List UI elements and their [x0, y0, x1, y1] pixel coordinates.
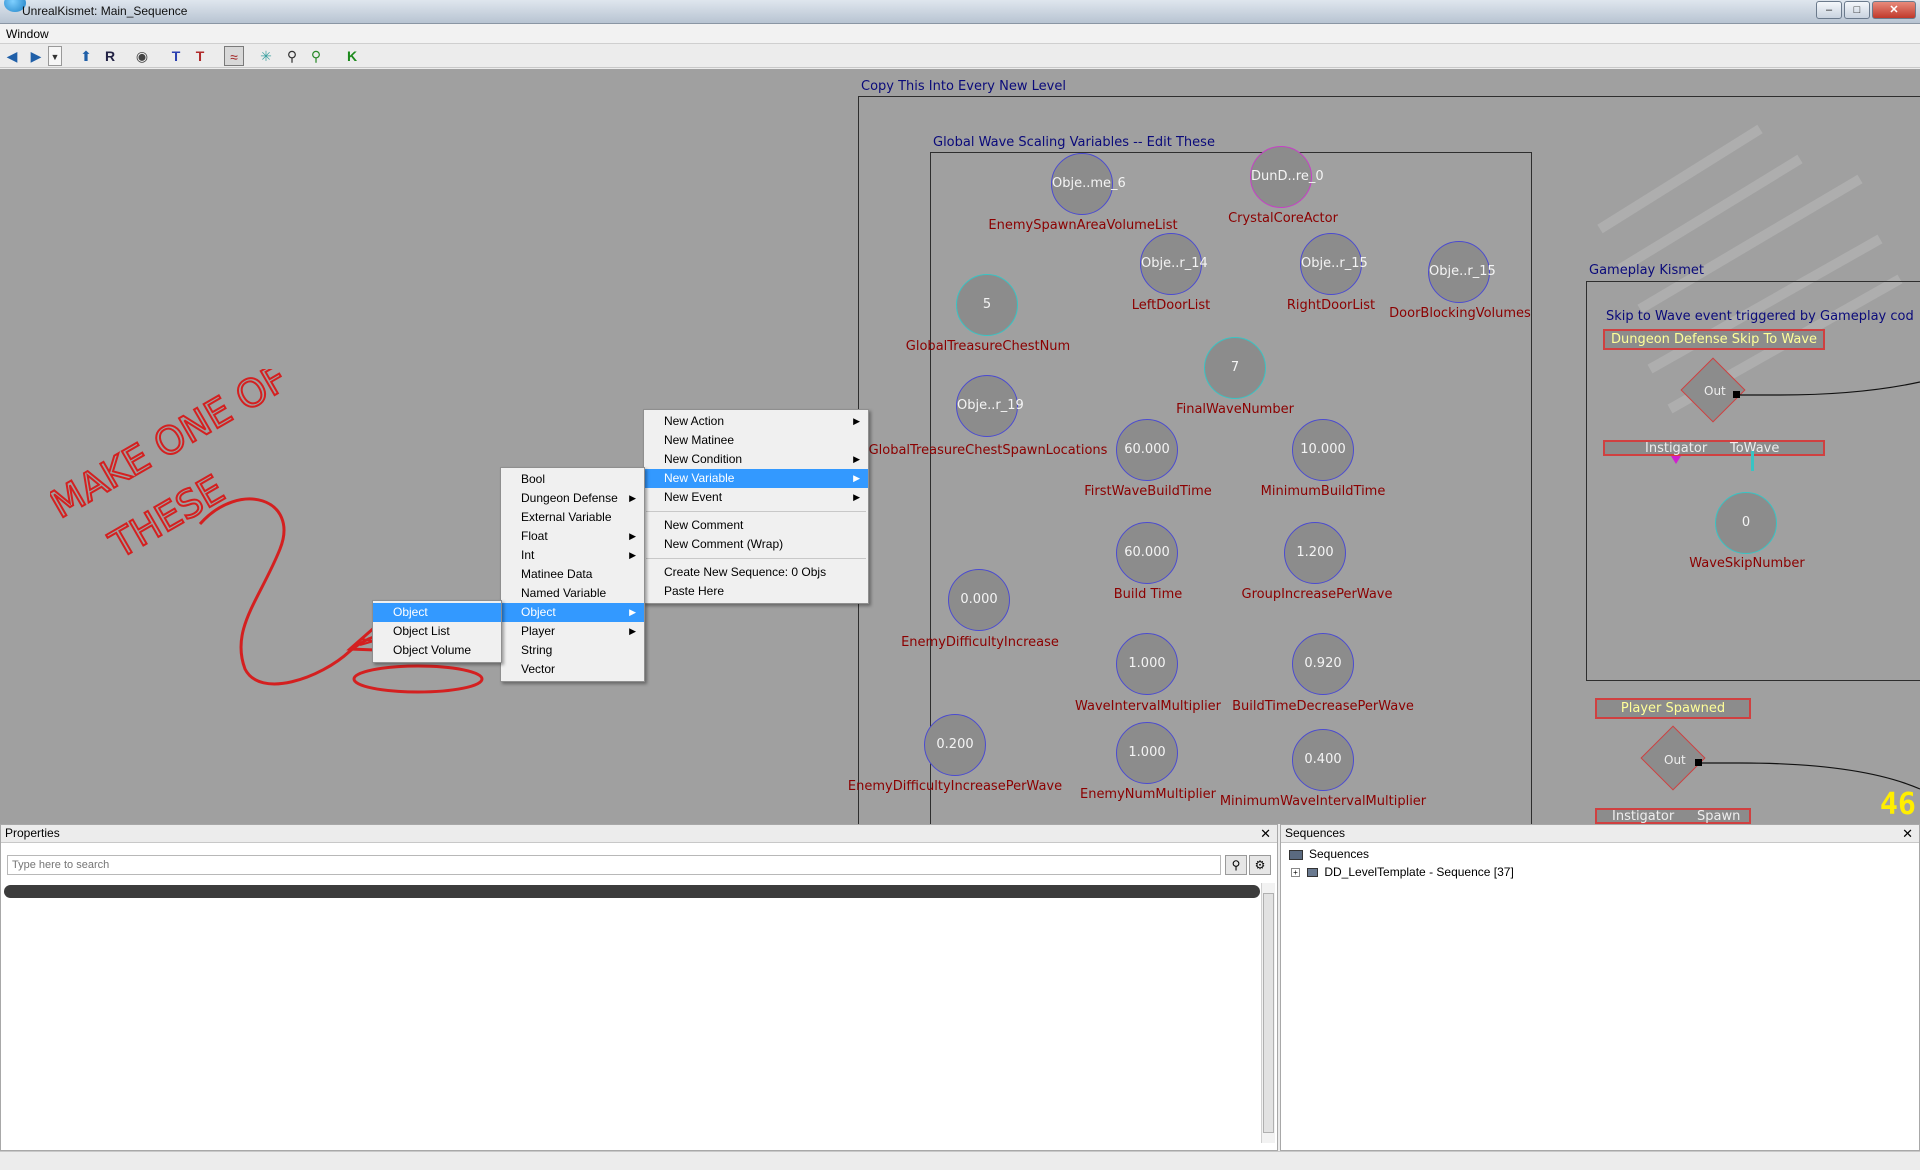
menu-item-label: Float: [521, 529, 548, 543]
sequence-icon: [1307, 868, 1319, 878]
menu-bar: Window: [0, 24, 1920, 44]
window-title: UnrealKismet: Main_Sequence: [22, 4, 188, 18]
menu-item-label: String: [521, 643, 553, 657]
expand-icon[interactable]: +: [1291, 868, 1300, 878]
menu-object[interactable]: Object: [373, 603, 501, 622]
search-icon[interactable]: ⚲: [1225, 855, 1247, 875]
parent-sequence-icon[interactable]: ⬆: [76, 46, 96, 66]
maximize-button[interactable]: □: [1844, 1, 1870, 19]
menu-object-volume[interactable]: Object Volume: [373, 641, 501, 660]
tree-root-label: Sequences: [1309, 847, 1370, 861]
menu-item-label: Named Variable: [521, 586, 607, 600]
folder-icon: [1289, 849, 1303, 860]
title-bar: UnrealKismet: Main_Sequence – □ ✕: [0, 0, 1920, 24]
menu-var-matinee-data[interactable]: Matinee Data: [501, 565, 644, 584]
bulb-icon[interactable]: ✳: [256, 46, 276, 66]
menu-item-label: External Variable: [521, 510, 612, 524]
dropdown-icon[interactable]: ▼: [48, 46, 62, 66]
menu-var-vector[interactable]: Vector: [501, 660, 644, 679]
menu-var-float[interactable]: Float ▶: [501, 527, 644, 546]
menu-item-label: Bool: [521, 472, 546, 486]
eye-icon[interactable]: ◉: [132, 46, 152, 66]
context-menu-variable: Bool Dungeon Defense ▶ External Variable …: [500, 467, 645, 682]
menu-new-comment[interactable]: New Comment: [644, 516, 868, 535]
submenu-arrow-icon: ▶: [629, 550, 636, 560]
menu-item-label: Matinee Data: [521, 567, 593, 581]
menu-var-object[interactable]: Object ▶: [501, 603, 644, 622]
menu-var-named[interactable]: Named Variable: [501, 584, 644, 603]
submenu-arrow-icon: ▶: [853, 454, 860, 464]
menu-new-condition[interactable]: New Condition ▶: [644, 450, 868, 469]
menu-var-player[interactable]: Player ▶: [501, 622, 644, 641]
properties-header: Properties ✕: [1, 825, 1277, 843]
menu-paste-here[interactable]: Paste Here: [644, 582, 868, 601]
rename-icon[interactable]: R: [100, 46, 120, 66]
sequences-panel: Sequences ✕ Sequences + DD_LevelTemplate…: [1280, 824, 1920, 1151]
menu-item-label: Object: [521, 605, 556, 619]
tree-root[interactable]: Sequences: [1289, 847, 1369, 861]
status-bar: [0, 1151, 1920, 1170]
context-menu-main: New Action ▶ New Matinee New Condition ▶ N…: [643, 409, 869, 604]
top-link-icon[interactable]: T: [166, 46, 186, 66]
menu-new-matinee[interactable]: New Matinee: [644, 431, 868, 450]
menu-var-bool[interactable]: Bool: [501, 470, 644, 489]
menu-new-variable[interactable]: New Variable ▶: [644, 469, 868, 488]
menu-new-action[interactable]: New Action ▶: [644, 412, 868, 431]
menu-window[interactable]: Window: [6, 27, 49, 41]
menu-item-label: Int: [521, 548, 535, 562]
sequences-header: Sequences ✕: [1281, 825, 1919, 843]
context-menu-object: Object Object List Object Volume: [372, 600, 502, 663]
bottom-link-icon[interactable]: T: [190, 46, 210, 66]
forward-arrow-icon[interactable]: ▶: [26, 46, 46, 66]
toolbar: ◀ ▶ ▼ ⬆ R ◉ T T ≈ ✳ ⚲ ⚲ K: [0, 44, 1920, 68]
menu-var-string[interactable]: String: [501, 641, 644, 660]
menu-separator: [646, 511, 866, 512]
properties-scrollbar[interactable]: [1261, 883, 1275, 1143]
search-icon[interactable]: ⚲: [306, 46, 326, 66]
menu-item-label: Player: [521, 624, 556, 638]
menu-var-int[interactable]: Int ▶: [501, 546, 644, 565]
frame-counter: 46: [1879, 787, 1916, 822]
search-options-icon[interactable]: ⚙: [1249, 855, 1271, 875]
menu-var-dungeon-defense[interactable]: Dungeon Defense ▶: [501, 489, 644, 508]
tree-item-level-template[interactable]: + DD_LevelTemplate - Sequence [37]: [1291, 865, 1514, 879]
back-arrow-icon[interactable]: ◀: [2, 46, 22, 66]
menu-create-sequence[interactable]: Create New Sequence: 0 Objs: [644, 563, 868, 582]
menu-separator: [646, 558, 866, 559]
menu-item-label: Dungeon Defense: [521, 491, 618, 505]
submenu-arrow-icon: ▶: [629, 626, 636, 636]
menu-new-event[interactable]: New Event ▶: [644, 488, 868, 507]
curve-icon[interactable]: ≈: [224, 46, 244, 66]
submenu-arrow-icon: ▶: [629, 531, 636, 541]
menu-item-label: New Event: [664, 490, 723, 504]
menu-object-list[interactable]: Object List: [373, 622, 501, 641]
properties-panel: Properties ✕ ⚲ ⚙: [0, 824, 1278, 1151]
menu-item-label: New Matinee: [664, 433, 735, 447]
sequences-title: Sequences: [1285, 826, 1346, 840]
menu-var-external[interactable]: External Variable: [501, 508, 644, 527]
close-button[interactable]: ✕: [1872, 1, 1916, 19]
properties-title: Properties: [5, 826, 60, 840]
zoom-icon[interactable]: ⚲: [282, 46, 302, 66]
menu-new-comment-wrap[interactable]: New Comment (Wrap): [644, 535, 868, 554]
submenu-arrow-icon: ▶: [853, 473, 860, 483]
menu-item-label: New Variable: [664, 471, 735, 485]
close-icon[interactable]: ✕: [1902, 825, 1913, 842]
menu-item-label: Vector: [521, 662, 556, 676]
menu-item-label: New Action: [664, 414, 725, 428]
submenu-arrow-icon: ▶: [629, 607, 636, 617]
menu-item-label: New Condition: [664, 452, 743, 466]
kismet-canvas[interactable]: Copy This Into Every New Level Global Wa…: [0, 69, 1920, 824]
tree-item-label: DD_LevelTemplate - Sequence [37]: [1324, 865, 1514, 879]
submenu-arrow-icon: ▶: [853, 492, 860, 502]
minimize-button[interactable]: –: [1816, 1, 1842, 19]
submenu-arrow-icon: ▶: [629, 493, 636, 503]
properties-category-bar[interactable]: [4, 885, 1260, 898]
submenu-arrow-icon: ▶: [853, 416, 860, 426]
properties-search-input[interactable]: [7, 855, 1221, 875]
close-icon[interactable]: ✕: [1260, 825, 1271, 842]
scrollbar-thumb[interactable]: [1263, 893, 1274, 1133]
kismet-k-icon[interactable]: K: [342, 46, 362, 66]
